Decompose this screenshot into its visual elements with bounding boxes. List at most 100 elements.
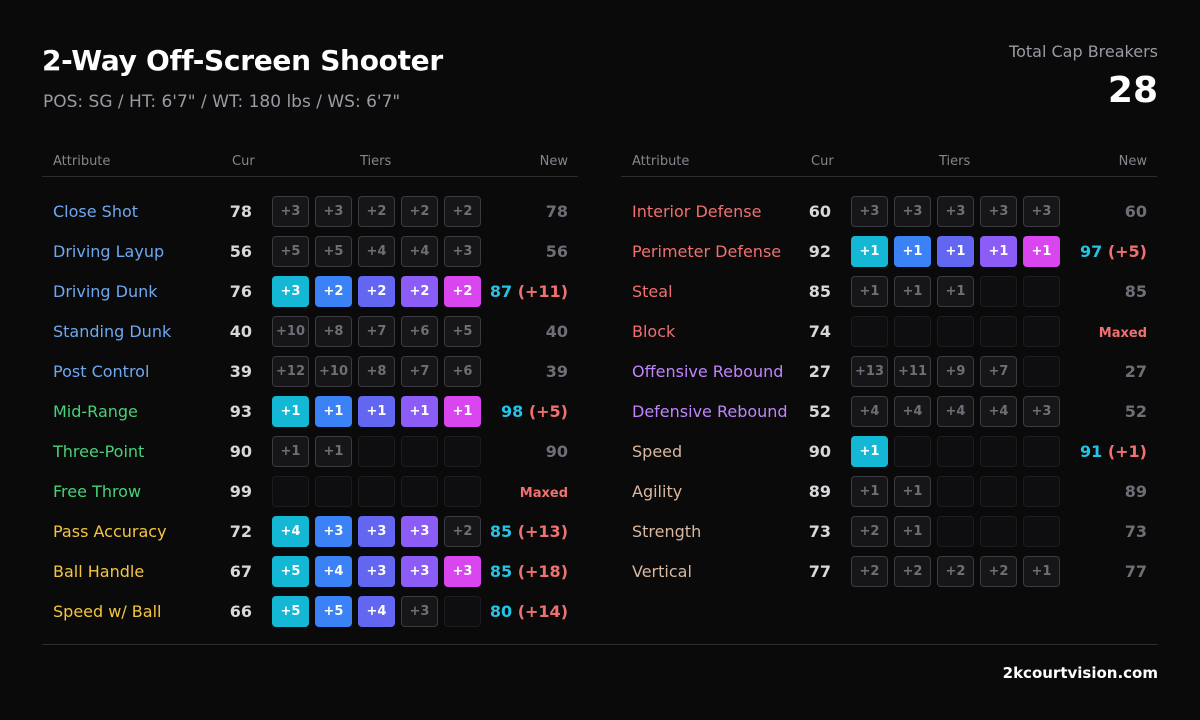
new-value: 85 <box>1125 282 1147 301</box>
tier-box: +3 <box>401 516 438 547</box>
current-value: 99 <box>229 482 252 501</box>
current-value: 78 <box>229 202 252 221</box>
current-value: 67 <box>229 562 252 581</box>
attribute-name: Speed w/ Ball <box>53 602 162 621</box>
attribute-row: Strength 73 +2 +1 73 <box>621 512 1157 552</box>
current-value: 77 <box>808 562 831 581</box>
tier-box <box>937 436 974 467</box>
tier-box: +2 <box>851 556 888 587</box>
new-value: 85 (+18) <box>490 562 568 581</box>
tier-box: +9 <box>937 356 974 387</box>
column-header-new: New <box>539 154 568 169</box>
attribute-row: Pass Accuracy 72 +4 +3 +3 +3 +2 85 (+13) <box>42 512 578 552</box>
tier-boxes: +4 +3 +3 +3 +2 <box>272 516 481 547</box>
tier-boxes: +5 +5 +4 +3 <box>272 596 481 627</box>
new-value: Maxed <box>520 482 568 501</box>
tier-box: +3 <box>358 516 395 547</box>
new-value: 91 (+1) <box>1080 442 1147 461</box>
tier-box: +7 <box>358 316 395 347</box>
current-value: 60 <box>808 202 831 221</box>
current-value: 72 <box>229 522 252 541</box>
new-value-number: 77 <box>1124 562 1147 581</box>
attribute-row: Driving Layup 56 +5 +5 +4 +4 +3 56 <box>42 232 578 272</box>
attribute-name: Vertical <box>632 562 692 581</box>
new-value-number: 98 <box>500 402 524 421</box>
attribute-name: Free Throw <box>53 482 142 501</box>
attribute-name: Steal <box>632 282 673 301</box>
tier-box: +1 <box>272 436 309 467</box>
tier-box: +5 <box>315 236 352 267</box>
tier-box: +3 <box>401 556 438 587</box>
tier-box <box>1023 476 1060 507</box>
new-value: 80 (+14) <box>490 602 568 621</box>
tier-box: +1 <box>894 236 931 267</box>
tier-box: +2 <box>894 556 931 587</box>
tier-box: +1 <box>1023 556 1060 587</box>
attribute-row: Block 74 Maxed <box>621 312 1157 352</box>
tier-box: +7 <box>401 356 438 387</box>
tier-box: +2 <box>358 276 395 307</box>
tier-boxes: +4 +4 +4 +4 +3 <box>851 396 1060 427</box>
tier-box <box>980 516 1017 547</box>
new-value: 56 <box>546 242 568 261</box>
current-value: 66 <box>229 602 252 621</box>
table-header: Attribute Cur Tiers New <box>42 148 578 177</box>
tier-box: +1 <box>851 236 888 267</box>
tier-box: +3 <box>851 196 888 227</box>
attributes-table-right: Attribute Cur Tiers New Interior Defense… <box>621 148 1157 592</box>
new-value: 89 <box>1125 482 1147 501</box>
tier-box: +3 <box>272 196 309 227</box>
tier-box: +2 <box>444 196 481 227</box>
current-value: 90 <box>229 442 252 461</box>
attribute-name: Driving Layup <box>53 242 165 261</box>
tier-box <box>980 476 1017 507</box>
attribute-name: Strength <box>632 522 702 541</box>
tier-boxes: +3 +2 +2 +2 +2 <box>272 276 481 307</box>
tier-box: +2 <box>444 276 481 307</box>
tier-box: +2 <box>315 276 352 307</box>
new-value: Maxed <box>1099 322 1147 341</box>
tier-boxes: +2 +2 +2 +2 +1 <box>851 556 1060 587</box>
tier-box: +3 <box>315 196 352 227</box>
tier-boxes: +12 +10 +8 +7 +6 <box>272 356 481 387</box>
current-value: 56 <box>229 242 252 261</box>
tier-box: +1 <box>894 476 931 507</box>
tier-boxes: +5 +4 +3 +3 +3 <box>272 556 481 587</box>
new-value-number: 85 <box>489 522 513 541</box>
new-value-delta: (+13) <box>517 522 568 541</box>
tier-box: +1 <box>358 396 395 427</box>
current-value: 39 <box>229 362 252 381</box>
new-value-number: 85 <box>489 562 513 581</box>
current-value: 52 <box>808 402 831 421</box>
new-value: 87 (+11) <box>490 282 568 301</box>
tier-box <box>980 276 1017 307</box>
site-credit: 2kcourtvision.com <box>1002 664 1158 682</box>
tier-box: +1 <box>315 396 352 427</box>
tier-box <box>401 436 438 467</box>
player-bio: POS: SG / HT: 6'7" / WT: 180 lbs / WS: 6… <box>43 92 401 112</box>
attribute-row: Agility 89 +1 +1 89 <box>621 472 1157 512</box>
new-value-number: 91 <box>1079 442 1103 461</box>
tier-box: +2 <box>937 556 974 587</box>
new-value-number: 73 <box>1124 522 1147 541</box>
tier-box: +2 <box>401 276 438 307</box>
tier-box: +4 <box>937 396 974 427</box>
attribute-row: Post Control 39 +12 +10 +8 +7 +6 39 <box>42 352 578 392</box>
attribute-row: Steal 85 +1 +1 +1 85 <box>621 272 1157 312</box>
tier-boxes: +1 <box>851 436 1060 467</box>
tier-box: +3 <box>1023 396 1060 427</box>
attribute-name: Three-Point <box>53 442 145 461</box>
new-value-delta: (+1) <box>1107 442 1147 461</box>
tier-box <box>937 476 974 507</box>
tier-box: +4 <box>272 516 309 547</box>
tier-box: +3 <box>444 556 481 587</box>
tier-box: +1 <box>937 276 974 307</box>
tier-box: +4 <box>980 396 1017 427</box>
tier-box: +6 <box>401 316 438 347</box>
new-value: 39 <box>546 362 568 381</box>
attribute-name: Pass Accuracy <box>53 522 167 541</box>
tier-box <box>272 476 309 507</box>
tier-box: +3 <box>272 276 309 307</box>
attribute-row: Mid-Range 93 +1 +1 +1 +1 +1 98 (+5) <box>42 392 578 432</box>
attribute-name: Driving Dunk <box>53 282 158 301</box>
